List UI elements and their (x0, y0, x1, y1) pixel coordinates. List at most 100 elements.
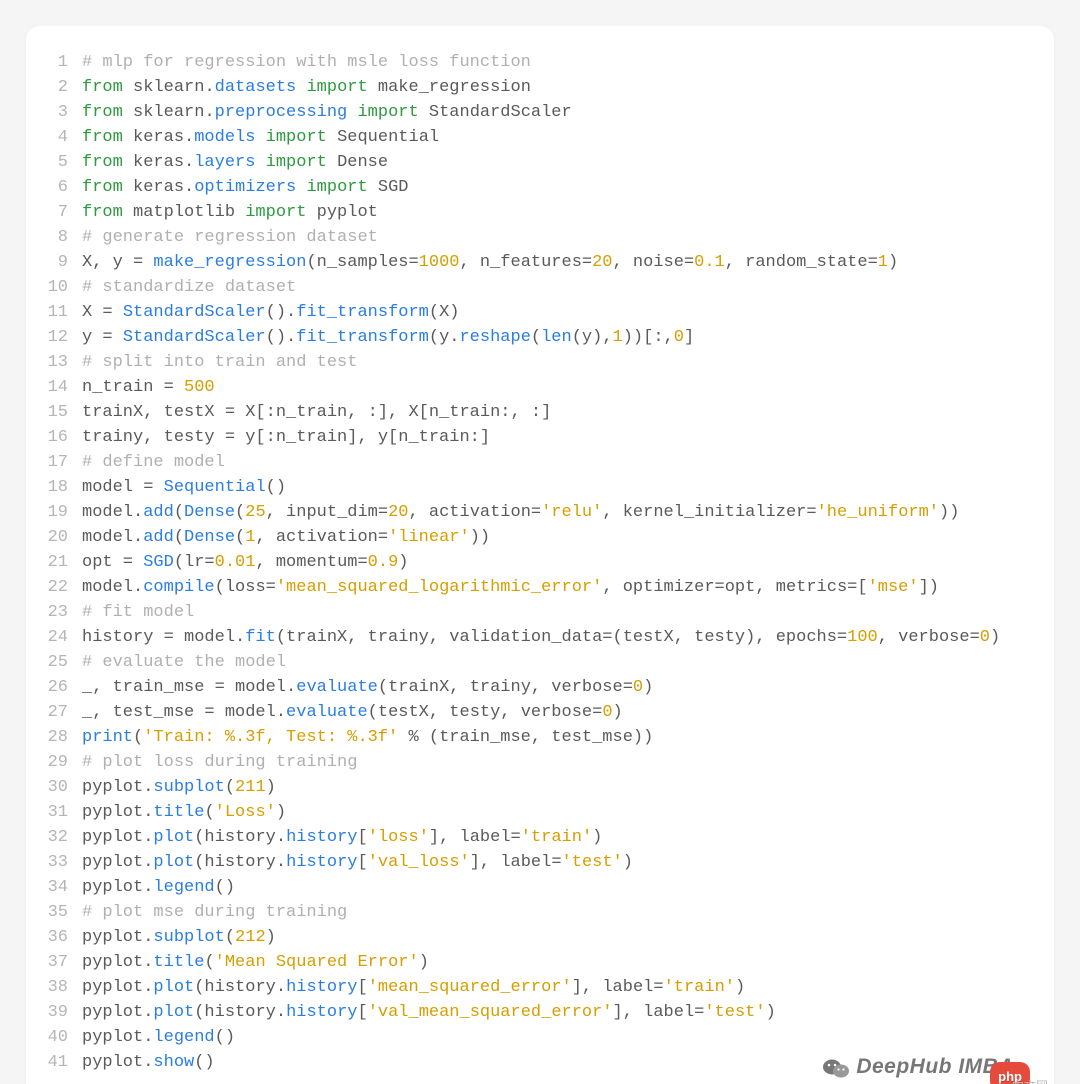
token: ( (204, 803, 214, 822)
token: 'Train: %.3f, Test: %.3f' (143, 728, 398, 747)
token: ]) (919, 578, 939, 597)
token: ( (531, 328, 541, 347)
token: 1 (878, 253, 888, 272)
token: ( (225, 778, 235, 797)
token: ( (235, 503, 245, 522)
token: ( (235, 528, 245, 547)
line-number: 3 (36, 100, 68, 125)
code-line: 34pyplot.legend() (36, 875, 1034, 900)
token: StandardScaler (123, 328, 266, 347)
code-line: 9X, y = make_regression(n_samples=1000, … (36, 250, 1034, 275)
token: 'he_uniform' (817, 503, 939, 522)
token: 212 (235, 928, 266, 947)
watermark: DeepHub IMBA (822, 1054, 1014, 1079)
token: 1 (613, 328, 623, 347)
token: ) (888, 253, 898, 272)
token: fit_transform (296, 303, 429, 322)
code-line: 3from sklearn.preprocessing import Stand… (36, 100, 1034, 125)
token: SGD (143, 553, 174, 572)
line-number: 14 (36, 375, 68, 400)
token: X = (82, 303, 123, 322)
line-number: 27 (36, 700, 68, 725)
token: keras (123, 128, 184, 147)
line-number: 28 (36, 725, 68, 750)
code-line: 4from keras.models import Sequential (36, 125, 1034, 150)
token: 100 (847, 628, 878, 647)
token: 500 (184, 378, 215, 397)
token: evaluate (296, 678, 378, 697)
token: # evaluate the model (82, 653, 286, 672)
token: , verbose= (878, 628, 980, 647)
token: model. (82, 578, 143, 597)
code-line: 28print('Train: %.3f, Test: %.3f' % (tra… (36, 725, 1034, 750)
token: import (245, 203, 306, 222)
token: 20 (592, 253, 612, 272)
code-line: 37pyplot.title('Mean Squared Error') (36, 950, 1034, 975)
token: Dense (184, 503, 235, 522)
token: 0 (602, 703, 612, 722)
token: # generate regression dataset (82, 228, 378, 247)
token: . (184, 153, 194, 172)
token: model. (82, 528, 143, 547)
code-line: 27_, test_mse = model.evaluate(testX, te… (36, 700, 1034, 725)
line-number: 12 (36, 325, 68, 350)
line-number: 13 (36, 350, 68, 375)
code-line: 5from keras.layers import Dense (36, 150, 1034, 175)
token: ( (133, 728, 143, 747)
token: # fit model (82, 603, 194, 622)
token: keras (123, 178, 184, 197)
token: )) (939, 503, 959, 522)
token: (history. (194, 1003, 286, 1022)
token: y = (82, 328, 123, 347)
token: from (82, 78, 123, 97)
token: subplot (153, 778, 224, 797)
token: [ (357, 853, 367, 872)
token: fit_transform (296, 328, 429, 347)
code-line: 20model.add(Dense(1, activation='linear'… (36, 525, 1034, 550)
token: models (194, 128, 255, 147)
code-line: 21opt = SGD(lr=0.01, momentum=0.9) (36, 550, 1034, 575)
token: history (286, 1003, 357, 1022)
token: (X) (429, 303, 460, 322)
line-number: 8 (36, 225, 68, 250)
line-number: 5 (36, 150, 68, 175)
token: import (306, 78, 367, 97)
token: [ (357, 828, 367, 847)
token: ( (174, 528, 184, 547)
token: (y), (572, 328, 613, 347)
line-number: 7 (36, 200, 68, 225)
token: ] (684, 328, 694, 347)
line-number: 32 (36, 825, 68, 850)
token: 'Loss' (215, 803, 276, 822)
code-line: 6from keras.optimizers import SGD (36, 175, 1034, 200)
token: ( (204, 953, 214, 972)
code-line: 2from sklearn.datasets import make_regre… (36, 75, 1034, 100)
token: () (215, 1028, 235, 1047)
token: , momentum= (255, 553, 367, 572)
token: [ (357, 1003, 367, 1022)
token: , optimizer=opt, metrics=[ (602, 578, 867, 597)
token: pyplot. (82, 928, 153, 947)
token: 0 (633, 678, 643, 697)
token: ( (174, 503, 184, 522)
token: 0.9 (368, 553, 399, 572)
token: print (82, 728, 133, 747)
token: 'Mean Squared Error' (215, 953, 419, 972)
token: . (204, 103, 214, 122)
code-line: 31pyplot.title('Loss') (36, 800, 1034, 825)
token: import (266, 153, 327, 172)
token: (history. (194, 853, 286, 872)
token: . (184, 128, 194, 147)
line-number: 17 (36, 450, 68, 475)
token: , activation= (255, 528, 388, 547)
token: 'linear' (388, 528, 470, 547)
code-line: 12y = StandardScaler().fit_transform(y.r… (36, 325, 1034, 350)
token: pyplot. (82, 778, 153, 797)
token: (trainX, trainy, verbose= (378, 678, 633, 697)
token: , random_state= (725, 253, 878, 272)
line-number: 10 (36, 275, 68, 300)
token: trainX, testX = X[:n_train, :], X[n_trai… (82, 403, 551, 422)
token: n_train = (82, 378, 184, 397)
token: add (143, 528, 174, 547)
line-number: 24 (36, 625, 68, 650)
